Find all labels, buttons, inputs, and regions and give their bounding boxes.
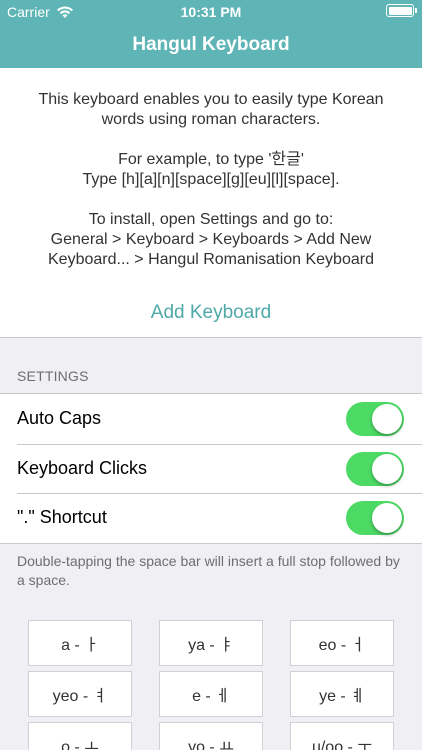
key-cell[interactable]: a - ㅏ xyxy=(28,620,132,666)
shortcut-toggle[interactable] xyxy=(346,501,404,535)
settings-list: Auto Caps Keyboard Clicks "." Shortcut xyxy=(0,393,422,544)
install-text: To install, open Settings and go to: Gen… xyxy=(20,210,402,270)
status-bar: Carrier 10:31 PM xyxy=(0,0,422,24)
key-cell[interactable]: o - ㅗ xyxy=(28,722,132,750)
key-cell[interactable]: yeo - ㅕ xyxy=(28,671,132,717)
install-line-1: To install, open Settings and go to: xyxy=(88,211,334,228)
setting-row-auto-caps: Auto Caps xyxy=(0,394,422,444)
battery-icon xyxy=(386,4,417,17)
install-line-2: General > Keyboard > Keyboards > Add New… xyxy=(48,231,374,268)
setting-label: Keyboard Clicks xyxy=(17,457,148,478)
status-time: 10:31 PM xyxy=(180,4,242,20)
setting-row-keyboard-clicks: Keyboard Clicks xyxy=(0,443,422,494)
page-title: Hangul Keyboard xyxy=(132,34,290,55)
toggle-knob xyxy=(372,503,402,533)
key-cell[interactable]: eo - ㅓ xyxy=(290,620,394,666)
toggle-knob xyxy=(372,453,402,484)
key-cell[interactable]: ye - ㅖ xyxy=(290,671,394,717)
toggle-knob xyxy=(372,404,402,434)
key-cell[interactable]: u/oo - ㅜ xyxy=(290,722,394,750)
key-cell[interactable]: e - ㅔ xyxy=(159,671,263,717)
auto-caps-toggle[interactable] xyxy=(346,402,404,436)
settings-footer-note: Double-tapping the space bar will insert… xyxy=(17,553,400,588)
intro-text: This keyboard enables you to easily type… xyxy=(38,91,384,128)
setting-row-shortcut: "." Shortcut xyxy=(0,493,422,543)
settings-section-header: SETTINGS xyxy=(17,368,89,384)
key-cell[interactable]: yo - ㅛ xyxy=(159,722,263,750)
key-cell[interactable]: ya - ㅑ xyxy=(159,620,263,666)
setting-label: "." Shortcut xyxy=(17,507,107,528)
setting-label: Auto Caps xyxy=(17,408,102,429)
keyboard-clicks-toggle[interactable] xyxy=(346,451,404,486)
example-line-1: For example, to type '한글' xyxy=(118,151,304,168)
add-keyboard-button[interactable]: Add Keyboard xyxy=(0,302,422,324)
nav-bar: Carrier 10:31 PM Hangul Keyboard xyxy=(0,0,422,68)
info-card: This keyboard enables you to easily type… xyxy=(0,68,422,338)
example-line-2: Type [h][a][n][space][g][eu][l][space]. xyxy=(82,171,340,188)
example-text: For example, to type '한글' Type [h][a][n]… xyxy=(20,150,402,190)
